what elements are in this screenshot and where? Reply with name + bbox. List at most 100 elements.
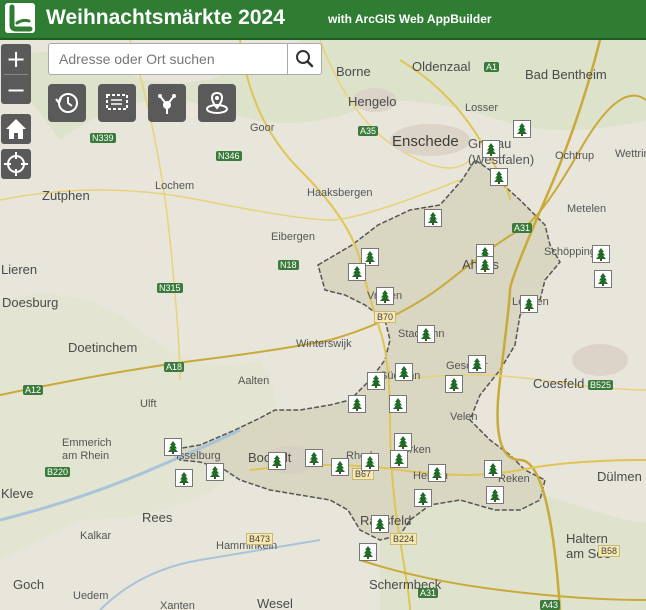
place-label: Kleve	[1, 486, 34, 501]
tree-icon	[399, 366, 409, 379]
place-label: Wesel	[257, 596, 293, 610]
tree-icon	[421, 328, 431, 341]
app-header: Weihnachtsmärkte 2024 with ArcGIS Web Ap…	[0, 0, 646, 40]
place-label: Haaksbergen	[307, 187, 373, 199]
road-shield: N18	[278, 260, 299, 270]
christmas-tree-marker[interactable]	[389, 395, 407, 413]
nearby-button[interactable]	[198, 84, 236, 122]
zoom-control: + −	[1, 44, 31, 104]
tree-icon	[472, 358, 482, 371]
road-shield: B58	[598, 545, 621, 557]
christmas-tree-marker[interactable]	[468, 355, 486, 373]
christmas-tree-marker[interactable]	[206, 463, 224, 481]
place-label: Ulft	[140, 398, 157, 410]
place-label: Oldenzaal	[412, 59, 471, 74]
place-label: Xanten	[160, 600, 195, 610]
place-label: Kalkar	[80, 530, 112, 542]
tree-icon	[494, 171, 504, 184]
place-label: Reken	[498, 473, 530, 485]
place-label: Goch	[13, 577, 45, 592]
share-icon	[158, 94, 176, 114]
search-box	[48, 43, 322, 75]
christmas-tree-marker[interactable]	[367, 372, 385, 390]
app-logo	[5, 3, 35, 33]
road-shield: A1	[484, 62, 500, 72]
tree-icon	[210, 466, 220, 479]
road-shield: A12	[23, 385, 44, 395]
place-label: Doetinchem	[68, 340, 138, 355]
place-label: Rees	[142, 510, 173, 525]
app-title: Weihnachtsmärkte 2024	[46, 6, 285, 29]
christmas-tree-marker[interactable]	[486, 486, 504, 504]
christmas-tree-marker[interactable]	[476, 256, 494, 274]
tree-icon	[365, 456, 375, 469]
christmas-tree-marker[interactable]	[331, 458, 349, 476]
place-label: Doesburg	[2, 295, 59, 310]
road-shield: B525	[588, 380, 614, 390]
tree-icon	[449, 378, 459, 391]
tree-icon	[365, 251, 375, 264]
location-pin-icon	[206, 91, 228, 114]
road-shield: A18	[164, 362, 185, 372]
history-icon	[55, 93, 78, 113]
time-slider-button[interactable]	[48, 84, 86, 122]
christmas-tree-marker[interactable]	[445, 375, 463, 393]
christmas-tree-marker[interactable]	[268, 452, 286, 470]
christmas-tree-marker[interactable]	[348, 395, 366, 413]
christmas-tree-marker[interactable]	[592, 245, 610, 263]
christmas-tree-marker[interactable]	[424, 209, 442, 227]
christmas-tree-marker[interactable]	[348, 263, 366, 281]
christmas-tree-marker[interactable]	[490, 168, 508, 186]
tree-icon	[393, 398, 403, 411]
basemap	[0, 40, 646, 610]
share-button[interactable]	[148, 84, 186, 122]
place-label: Coesfeld	[533, 376, 585, 391]
place-label: Metelen	[567, 203, 607, 215]
christmas-tree-marker[interactable]	[414, 489, 432, 507]
christmas-tree-marker[interactable]	[175, 469, 193, 487]
locate-button[interactable]	[1, 149, 31, 179]
christmas-tree-marker[interactable]	[361, 453, 379, 471]
place-label: Zutphen	[42, 188, 90, 203]
tree-icon	[596, 248, 606, 261]
zoom-in-button[interactable]: +	[1, 44, 31, 74]
christmas-tree-marker[interactable]	[484, 460, 502, 478]
tree-icon	[480, 259, 490, 272]
road-shield: A31	[512, 223, 533, 233]
christmas-tree-marker[interactable]	[394, 433, 412, 451]
map-view[interactable]: Borne Oldenzaal Bad Bentheim Hengelo Los…	[0, 40, 646, 610]
christmas-tree-marker[interactable]	[164, 438, 182, 456]
christmas-tree-marker[interactable]	[359, 543, 377, 561]
christmas-tree-marker[interactable]	[395, 363, 413, 381]
tree-icon	[488, 463, 498, 476]
road-shield: A35	[358, 126, 379, 136]
christmas-tree-marker[interactable]	[390, 450, 408, 468]
christmas-tree-marker[interactable]	[482, 140, 500, 158]
select-button[interactable]	[98, 84, 136, 122]
tree-icon	[428, 212, 438, 225]
road-shield: A43	[540, 600, 561, 610]
christmas-tree-marker[interactable]	[428, 464, 446, 482]
tree-icon	[598, 273, 608, 286]
christmas-tree-marker[interactable]	[520, 295, 538, 313]
christmas-tree-marker[interactable]	[371, 515, 389, 533]
place-label: Enschede	[392, 133, 459, 150]
home-button[interactable]	[1, 114, 31, 144]
search-button[interactable]	[287, 44, 321, 74]
road-shield: N346	[216, 151, 242, 161]
road-shield: B220	[45, 467, 71, 477]
place-label: Dülmen	[597, 469, 642, 484]
search-input[interactable]	[49, 44, 289, 74]
place-label: Hengelo	[348, 94, 397, 109]
christmas-tree-marker[interactable]	[376, 287, 394, 305]
tree-icon	[517, 123, 527, 136]
christmas-tree-marker[interactable]	[513, 120, 531, 138]
urban-area	[572, 344, 628, 376]
road-shield: B224	[390, 533, 418, 545]
christmas-tree-marker[interactable]	[417, 325, 435, 343]
christmas-tree-marker[interactable]	[305, 449, 323, 467]
crosshair-icon	[4, 152, 28, 176]
christmas-tree-marker[interactable]	[594, 270, 612, 288]
zoom-out-button[interactable]: −	[1, 75, 31, 105]
place-label: Lochem	[155, 180, 195, 192]
